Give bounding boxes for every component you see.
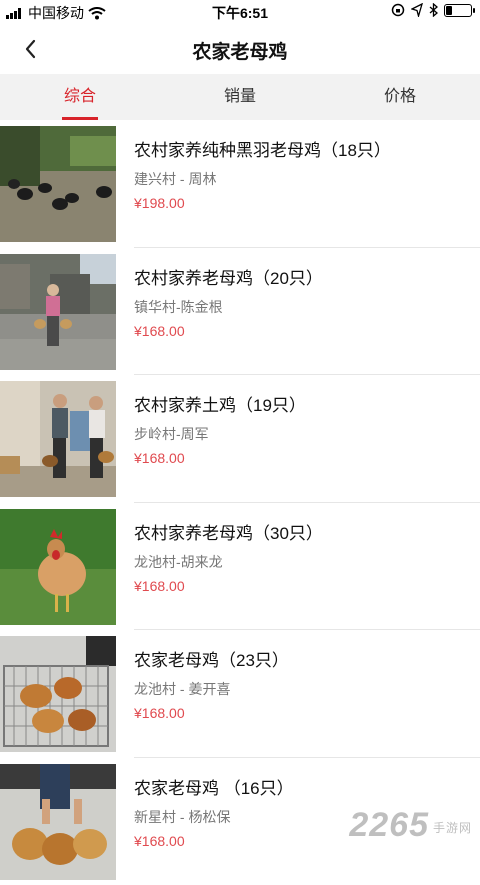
product-seller: 建兴村 - 周林 <box>134 169 470 189</box>
rotation-lock-icon <box>391 3 405 17</box>
product-info: 农村家养土鸡（19只） 步岭村-周军 ¥168.00 <box>134 391 470 466</box>
product-list: 农村家养纯种黑羽老母鸡（18只） 建兴村 - 周林 ¥198.00 农村家 <box>0 120 480 885</box>
product-info: 农村家养老母鸡（20只） 镇华村-陈金根 ¥168.00 <box>134 264 470 339</box>
product-name: 农家老母鸡（23只） <box>134 646 470 671</box>
battery-fill <box>446 6 452 15</box>
tab-price[interactable]: 价格 <box>320 74 480 120</box>
product-name: 农村家养老母鸡（30只） <box>134 519 470 544</box>
product-name: 农村家养老母鸡（20只） <box>134 264 470 289</box>
tab-comprehensive[interactable]: 综合 <box>0 74 160 120</box>
bluetooth-icon <box>429 3 438 17</box>
tab-label: 价格 <box>384 88 416 105</box>
product-seller: 镇华村-陈金根 <box>134 297 470 317</box>
product-item[interactable]: 农村家养老母鸡（20只） 镇华村-陈金根 ¥168.00 <box>0 248 480 376</box>
product-image <box>0 509 116 625</box>
battery-icon <box>444 4 472 17</box>
sort-tabs: 综合 销量 价格 <box>0 74 480 120</box>
page-title: 农家老母鸡 <box>0 37 480 64</box>
tab-label: 综合 <box>64 88 96 105</box>
product-item[interactable]: 农村家养土鸡（19只） 步岭村-周军 ¥168.00 <box>0 375 480 503</box>
product-image <box>0 764 116 880</box>
watermark-text: 2265 <box>349 806 429 844</box>
product-seller: 步岭村-周军 <box>134 424 470 444</box>
product-image <box>0 254 116 370</box>
product-price: ¥168.00 <box>134 323 470 339</box>
navigation-bar: 农家老母鸡 <box>0 24 480 74</box>
status-right <box>391 3 472 17</box>
watermark-logo: 2265手游网 <box>349 806 472 845</box>
product-item[interactable]: 农家老母鸡（23只） 龙池村 - 姜开喜 ¥168.00 <box>0 630 480 758</box>
product-seller: 龙池村 - 姜开喜 <box>134 679 470 699</box>
product-seller: 龙池村-胡来龙 <box>134 552 470 572</box>
tab-sales[interactable]: 销量 <box>160 74 320 120</box>
product-price: ¥168.00 <box>134 450 470 466</box>
product-price: ¥168.00 <box>134 705 470 721</box>
product-image <box>0 381 116 497</box>
product-name: 农村家养土鸡（19只） <box>134 391 470 416</box>
product-info: 农村家养老母鸡（30只） 龙池村-胡来龙 ¥168.00 <box>134 519 470 594</box>
product-image <box>0 636 116 752</box>
watermark-sub: 手游网 <box>433 819 472 836</box>
tab-label: 销量 <box>224 88 256 105</box>
product-info: 农家老母鸡（23只） 龙池村 - 姜开喜 ¥168.00 <box>134 646 470 721</box>
location-arrow-icon <box>411 3 423 17</box>
product-price: ¥168.00 <box>134 578 470 594</box>
product-price: ¥198.00 <box>134 195 470 211</box>
product-item[interactable]: 农村家养老母鸡（30只） 龙池村-胡来龙 ¥168.00 <box>0 503 480 631</box>
product-name: 农村家养纯种黑羽老母鸡（18只） <box>134 136 470 161</box>
product-image <box>0 126 116 242</box>
status-bar: 中国移动 下午6:51 <box>0 0 480 24</box>
product-name: 农家老母鸡 （16只） <box>134 774 470 799</box>
product-item[interactable]: 农村家养纯种黑羽老母鸡（18只） 建兴村 - 周林 ¥198.00 <box>0 120 480 248</box>
product-info: 农村家养纯种黑羽老母鸡（18只） 建兴村 - 周林 ¥198.00 <box>134 136 470 211</box>
